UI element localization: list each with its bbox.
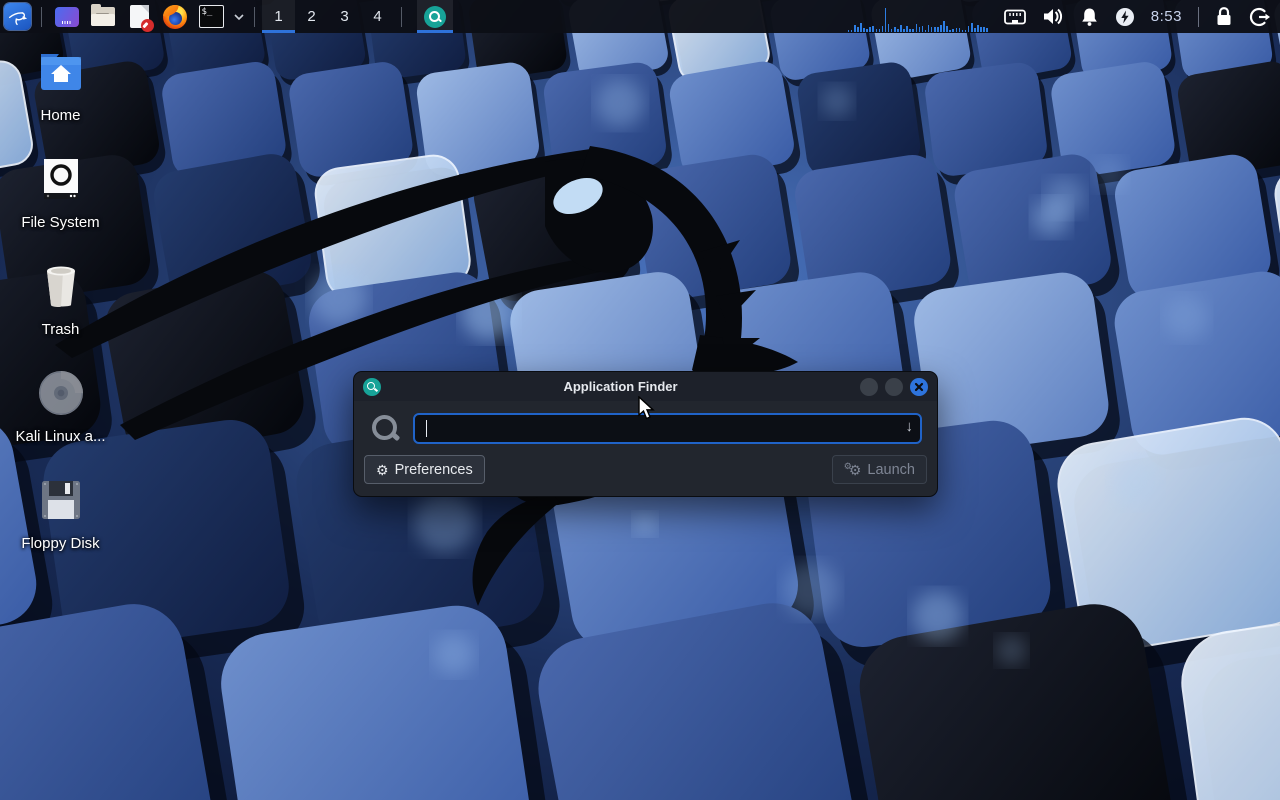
applications-menu-button[interactable] (0, 0, 34, 33)
cpu-usage-graph[interactable] (848, 0, 988, 33)
launcher-dashboard[interactable] (52, 0, 82, 33)
volume-icon[interactable] (1042, 7, 1064, 26)
desktop-icon-file-system[interactable]: File System (12, 153, 109, 260)
application-finder-window: Application Finder ↓ ⚙ Preferences ⚙⚙ La… (353, 371, 938, 497)
launcher-text-editor[interactable] (124, 0, 154, 33)
preferences-button-label: Preferences (395, 462, 473, 478)
taskbar-application-finder-button[interactable] (417, 0, 453, 33)
minimize-button[interactable] (860, 378, 878, 396)
dashboard-icon (55, 7, 79, 27)
panel-separator (254, 7, 255, 27)
cd-disc-icon (37, 367, 85, 419)
desktop-icon-home[interactable]: Home (12, 46, 109, 153)
desktop-icon-floppy-disk[interactable]: Floppy Disk (12, 474, 109, 581)
gears-icon: ⚙⚙ (844, 461, 862, 479)
launch-button[interactable]: ⚙⚙ Launch (832, 455, 927, 484)
file-manager-icon (91, 7, 115, 26)
launcher-terminal[interactable]: $_ (196, 0, 226, 33)
launcher-firefox[interactable] (160, 0, 190, 33)
terminal-icon: $_ (199, 5, 224, 28)
chevron-down-icon (233, 13, 245, 21)
preferences-button[interactable]: ⚙ Preferences (364, 455, 485, 484)
workspace-button-2[interactable]: 2 (295, 0, 328, 33)
search-input[interactable] (413, 413, 922, 444)
panel-separator (1198, 7, 1199, 27)
maximize-button[interactable] (885, 378, 903, 396)
desktop-icon-label: Kali Linux a... (15, 428, 105, 445)
desktop-icon-label: Home (40, 107, 80, 124)
workspace-button-3[interactable]: 3 (328, 0, 361, 33)
window-icon-application-finder (363, 378, 381, 396)
close-icon (910, 378, 928, 396)
gear-icon: ⚙ (376, 463, 389, 477)
launch-button-label: Launch (867, 462, 915, 478)
firefox-icon (163, 5, 187, 29)
text-editor-icon (130, 5, 149, 28)
desktop-icon-kali-linux-cd[interactable]: Kali Linux a... (12, 367, 109, 474)
desktop-icon-label: Floppy Disk (21, 535, 99, 552)
launcher-dropdown-button[interactable] (231, 0, 247, 33)
home-folder-icon (37, 46, 85, 98)
desktop-icon-label: File System (21, 214, 99, 231)
application-finder-icon (424, 6, 446, 28)
lock-icon[interactable] (1215, 6, 1233, 27)
trash-icon (39, 260, 83, 312)
text-caret (426, 420, 427, 437)
desktop-icon-column: Home File System Trash (12, 46, 109, 581)
window-title: Application Finder (381, 379, 860, 394)
notifications-bell-icon[interactable] (1080, 7, 1099, 27)
power-manager-icon[interactable] (1115, 7, 1135, 27)
desktop-icon-label: Trash (42, 321, 80, 338)
launcher-file-manager[interactable] (88, 0, 118, 33)
panel-separator (41, 7, 42, 27)
floppy-disk-icon (39, 474, 83, 526)
logout-icon[interactable] (1249, 7, 1270, 27)
panel-separator (401, 7, 402, 27)
close-button[interactable] (910, 378, 928, 396)
kali-logo-icon (4, 3, 31, 30)
search-icon (369, 412, 402, 445)
drive-icon (39, 153, 83, 205)
network-icon[interactable] (1004, 9, 1026, 25)
workspace-button-1[interactable]: 1 (262, 0, 295, 33)
titlebar[interactable]: Application Finder (354, 372, 937, 401)
workspace-button-4[interactable]: 4 (361, 0, 394, 33)
top-panel: $_ 1 2 3 4 (0, 0, 1280, 33)
clock[interactable]: 8:53 (1151, 8, 1182, 25)
desktop-icon-trash[interactable]: Trash (12, 260, 109, 367)
